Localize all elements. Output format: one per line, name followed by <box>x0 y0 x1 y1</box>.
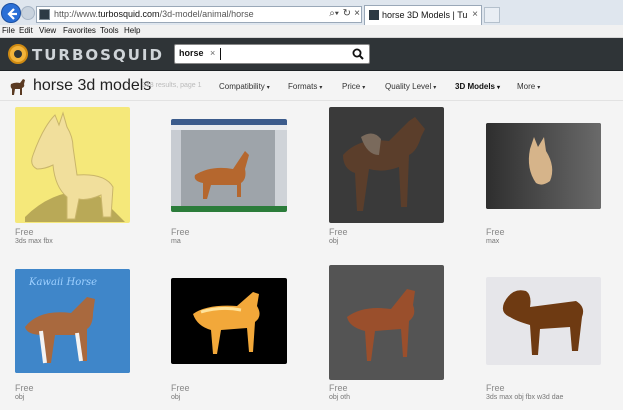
site-logo-text[interactable]: TURBOSQUID <box>32 46 164 64</box>
new-tab-button[interactable] <box>484 7 500 23</box>
menu-favorites[interactable]: Favorites <box>63 26 96 35</box>
maya-screenshot-image <box>171 119 287 212</box>
search-input[interactable]: horse × <box>174 44 370 64</box>
brown-horse-image <box>347 289 415 361</box>
menu-help[interactable]: Help <box>124 26 140 35</box>
filter-bar: horse 3d models 348 results, page 1 Comp… <box>0 71 623 101</box>
formats-label: max <box>486 238 500 245</box>
tab-title: horse 3D Models | TurboSq... <box>382 10 468 20</box>
price-label: Free <box>15 227 34 237</box>
back-arrow-icon <box>7 8 17 20</box>
filter-formats[interactable]: Formats ▾ <box>288 82 322 91</box>
filter-price[interactable]: Price ▾ <box>342 82 365 91</box>
address-bar[interactable]: http://www.turbosquid.com/3d-model/anima… <box>36 6 362 23</box>
formats-label: obj <box>329 238 339 245</box>
menu-view[interactable]: View <box>39 26 56 35</box>
saddled-horse-image <box>343 117 425 211</box>
horse-category-icon <box>10 79 25 95</box>
url-text: http://www.turbosquid.com/3d-model/anima… <box>54 9 254 19</box>
price-label: Free <box>329 227 348 237</box>
turbosquid-logo-icon[interactable] <box>8 44 28 64</box>
menu-file[interactable]: File <box>2 26 15 35</box>
menu-bar: File Edit View Favorites Tools Help <box>0 25 623 38</box>
golden-horse-image <box>193 292 260 354</box>
search-icon[interactable] <box>352 48 364 60</box>
product-thumbnail[interactable]: Kawaii Horse <box>15 269 130 373</box>
kawaii-horse-image: Kawaii Horse <box>15 269 130 373</box>
product-thumbnail[interactable] <box>486 277 601 365</box>
page-title: horse 3d models <box>33 77 152 94</box>
results-count: 348 results, page 1 <box>142 82 202 89</box>
browser-tab[interactable]: horse 3D Models | TurboSq... × <box>364 5 482 25</box>
tab-close-icon[interactable]: × <box>472 9 478 20</box>
chevron-down-icon: ▾ <box>319 85 323 91</box>
back-button[interactable] <box>1 3 21 23</box>
chevron-down-icon: ▾ <box>537 85 541 91</box>
price-label: Free <box>329 383 348 393</box>
formats-label: 3ds max obj fbx w3d dae <box>486 394 564 401</box>
chevron-down-icon: ▾ <box>433 85 437 91</box>
price-label: Free <box>171 383 190 393</box>
product-grid: Free 3ds max fbx Free ma Free obj Free m… <box>0 101 623 410</box>
text-caret <box>220 48 221 60</box>
formats-label: obj <box>171 394 181 401</box>
horse-model-image <box>25 111 125 222</box>
chevron-down-icon: ▾ <box>497 85 501 91</box>
formats-label: 3ds max fbx <box>15 238 53 245</box>
svg-text:Kawaii Horse: Kawaii Horse <box>28 277 97 288</box>
chevron-down-icon: ▾ <box>266 85 270 91</box>
search-dropdown-icon[interactable]: ⌕▾ <box>329 8 339 19</box>
product-thumbnail[interactable] <box>329 265 444 380</box>
cartoon-horse-image <box>502 290 584 355</box>
filter-compatibility[interactable]: Compatibility ▾ <box>219 82 270 91</box>
search-term-remove-icon[interactable]: × <box>210 48 215 58</box>
product-thumbnail[interactable] <box>329 107 444 223</box>
filter-3d-models[interactable]: 3D Models ▾ <box>455 82 500 91</box>
tab-favicon-icon <box>369 10 379 20</box>
product-thumbnail[interactable] <box>15 107 130 223</box>
stop-icon[interactable]: × <box>354 8 360 19</box>
menu-tools[interactable]: Tools <box>100 26 119 35</box>
price-label: Free <box>171 227 190 237</box>
product-thumbnail[interactable] <box>171 278 287 364</box>
product-thumbnail[interactable] <box>486 123 601 209</box>
formats-label: ma <box>171 238 181 245</box>
filter-quality-level[interactable]: Quality Level ▾ <box>385 82 436 91</box>
formats-label: obj <box>15 394 25 401</box>
price-label: Free <box>15 383 34 393</box>
refresh-icon[interactable]: ↻ <box>343 8 351 19</box>
price-label: Free <box>486 227 505 237</box>
menu-edit[interactable]: Edit <box>19 26 33 35</box>
product-thumbnail[interactable] <box>171 119 287 212</box>
browser-chrome: http://www.turbosquid.com/3d-model/anima… <box>0 0 623 25</box>
formats-label: obj oth <box>329 394 351 401</box>
search-term-chip[interactable]: horse <box>179 48 204 58</box>
price-label: Free <box>486 383 505 393</box>
horse-head-image <box>486 123 601 209</box>
site-favicon-icon <box>39 9 50 20</box>
chevron-down-icon: ▾ <box>362 85 366 91</box>
filter-more[interactable]: More ▾ <box>517 82 540 91</box>
forward-button[interactable] <box>21 6 35 20</box>
